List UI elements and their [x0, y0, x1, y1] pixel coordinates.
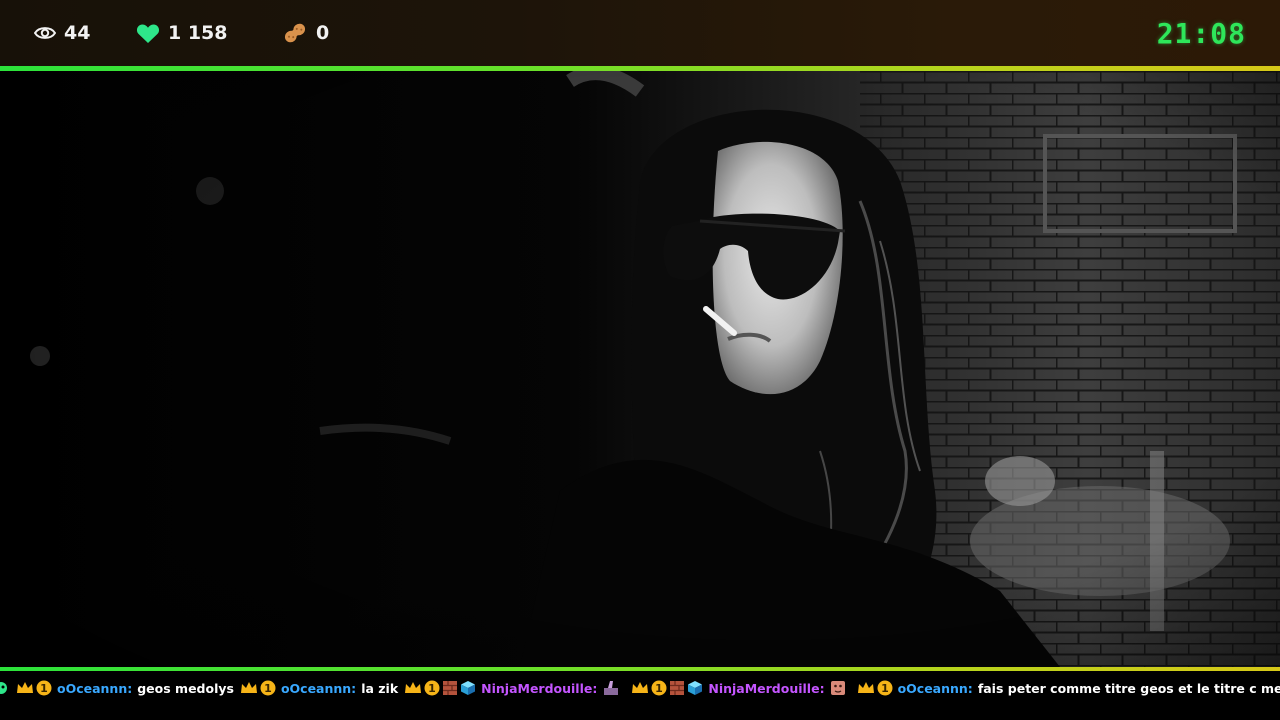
crown-badge-icon [404, 681, 422, 695]
crown-badge-icon [857, 681, 875, 695]
chat-message: 1 oOceannn: geos medolys [16, 680, 234, 696]
one-badge-icon: 1 [651, 680, 667, 696]
chat-message: 1 oOceannn: fais peter comme titre geos … [857, 680, 1280, 696]
chat-ticker-bar: 1 oOceannn: geos medolys 1 oOceannn: la … [0, 671, 1280, 720]
peanut-count: 0 [282, 0, 329, 66]
chat-message: 1 NinjaMerdouille: [631, 680, 850, 696]
chat-text: fais peter comme titre geos et le titre … [977, 680, 1280, 696]
follower-count-value: 1 158 [168, 22, 228, 44]
crown-badge-icon [240, 681, 258, 695]
brick-badge-icon [669, 680, 685, 696]
cube-badge-icon [687, 680, 703, 696]
svg-text:1: 1 [428, 682, 436, 695]
one-badge-icon: 1 [424, 680, 440, 696]
viewer-count-value: 44 [64, 22, 91, 44]
crown-badge-icon [631, 681, 649, 695]
cube-badge-icon [460, 680, 476, 696]
heart-icon [136, 23, 160, 44]
chat-username: NinjaMerdouille: [481, 680, 598, 696]
svg-text:1: 1 [881, 682, 889, 695]
emote-face-icon [830, 680, 846, 696]
viewer-count: 44 [34, 0, 90, 66]
peanut-count-value: 0 [316, 22, 330, 44]
chat-message: 1 NinjaMerdouille: [404, 680, 625, 696]
one-badge-icon: 1 [877, 680, 893, 696]
video-feed [0, 71, 1280, 667]
svg-text:1: 1 [40, 682, 48, 695]
chat-username: oOceannn: [897, 680, 973, 696]
chat-text: geos medolys [137, 680, 234, 696]
emote-thumbs-icon [602, 680, 620, 696]
chat-text: la zik [361, 680, 399, 696]
crown-badge-icon [16, 681, 34, 695]
partial-emote [0, 681, 8, 695]
eye-icon [34, 25, 56, 41]
chat-ticker: 1 oOceannn: geos medolys 1 oOceannn: la … [0, 671, 1280, 705]
svg-text:1: 1 [656, 682, 664, 695]
brick-badge-icon [442, 680, 458, 696]
chat-message: 1 oOceannn: la zik [240, 680, 398, 696]
chat-username: oOceannn: [57, 680, 133, 696]
one-badge-icon: 1 [36, 680, 52, 696]
stream-top-bar: 44 1 158 0 21:08 [0, 0, 1280, 66]
follower-count: 1 158 [136, 0, 228, 66]
svg-text:1: 1 [264, 682, 272, 695]
peanut-icon [282, 21, 308, 45]
stream-clock: 21:08 [1156, 16, 1246, 50]
one-badge-icon: 1 [260, 680, 276, 696]
chat-username: NinjaMerdouille: [708, 680, 825, 696]
webcam-image [0, 71, 1280, 667]
chat-username: oOceannn: [280, 680, 357, 696]
